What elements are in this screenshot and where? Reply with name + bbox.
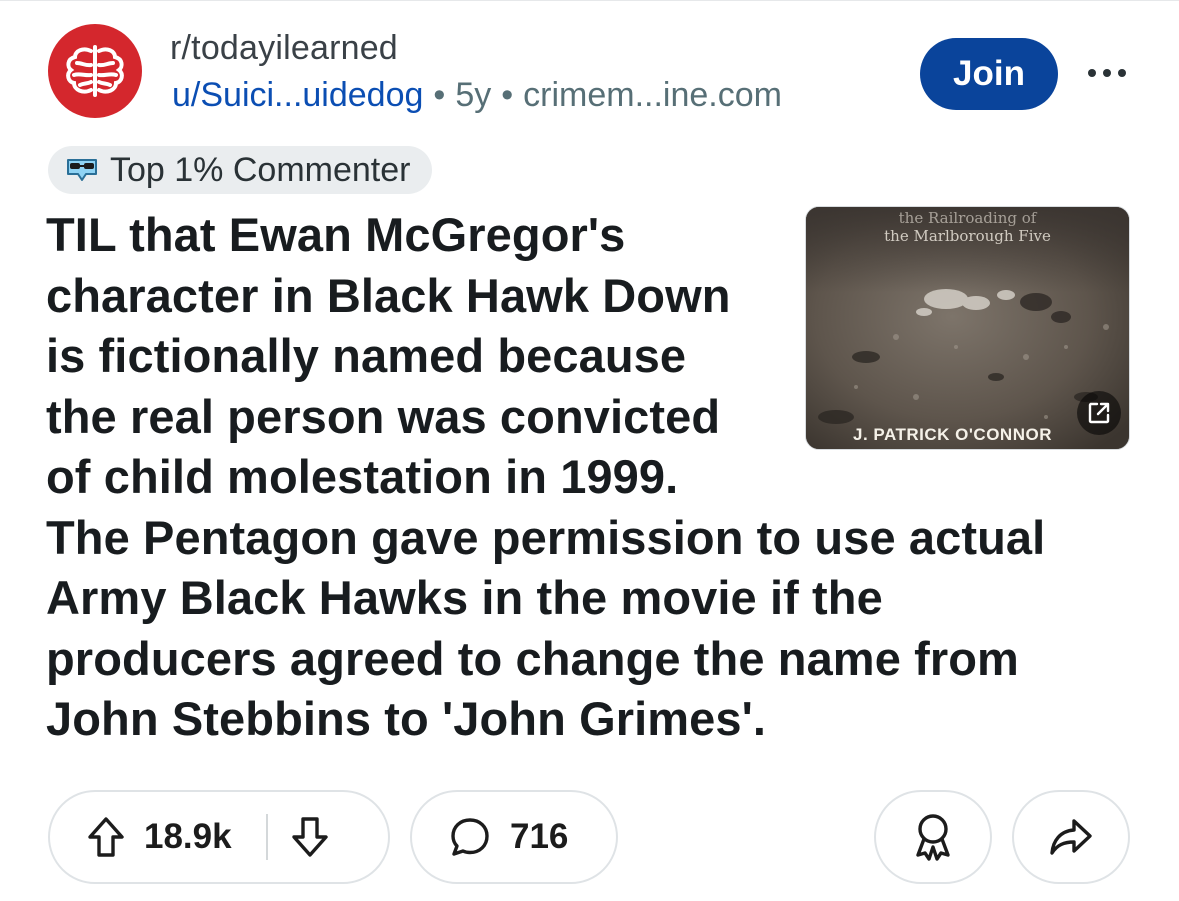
post-meta: u/Suici...uidedog • 5y • crimem...ine.com [172, 76, 782, 115]
external-link-icon [1077, 391, 1121, 435]
award-button[interactable] [874, 790, 992, 884]
title-line: of child molestation in 1999. [46, 450, 679, 503]
flair-label: Top 1% Commenter [110, 150, 411, 189]
source-domain[interactable]: crimem...ine.com [523, 76, 782, 114]
thumbnail-caption-top-partial: the Railroading of [898, 209, 1037, 227]
title-line: The Pentagon gave permission to use actu… [46, 510, 1046, 564]
post-age: 5y [455, 76, 492, 114]
link-thumbnail[interactable]: the Railroading of the Marlborough Five … [805, 206, 1130, 450]
comment-count: 716 [510, 817, 569, 856]
subreddit-name[interactable]: r/todayilearned [170, 29, 398, 68]
more-options-button[interactable] [1082, 53, 1132, 93]
title-line: Army Black Hawks in the movie if the [46, 571, 883, 624]
title-line: John Stebbins to 'John Grimes'. [46, 692, 767, 745]
user-flair: Top 1% Commenter [48, 146, 433, 194]
meta-separator: • [501, 76, 514, 114]
vote-count: 18.9k [144, 817, 232, 856]
comments-button[interactable]: 716 [410, 790, 618, 884]
vote-control: 18.9k [48, 790, 390, 884]
thumbnail-caption-bottom: J. PATRICK O'CONNOR [853, 425, 1052, 444]
share-button[interactable] [1012, 790, 1130, 884]
more-dots-icon [1088, 69, 1126, 77]
brain-icon [66, 45, 124, 97]
title-line: producers agreed to change the name from [46, 631, 1019, 685]
subreddit-avatar[interactable] [48, 24, 142, 118]
award-icon [916, 814, 950, 861]
upvote-arrow-icon [88, 817, 124, 857]
vote-divider [265, 814, 268, 860]
comment-bubble-icon [451, 818, 489, 856]
author-username[interactable]: u/Suici...uidedog [172, 76, 423, 114]
meta-separator: • [433, 76, 446, 114]
thumbnail-caption-top-main: the Marlborough Five [884, 227, 1051, 245]
reddit-post-card: r/todayilearned u/Suici...uidedog • 5y • cri… [0, 0, 1179, 901]
share-arrow-icon [1050, 819, 1092, 855]
downvote-button[interactable] [290, 815, 330, 859]
thumbnail-caption-top: the Railroading of the Marlborough Five [806, 209, 1129, 245]
sunglasses-emoji-icon [67, 159, 97, 181]
upvote-button[interactable] [86, 815, 126, 859]
join-button[interactable]: Join [920, 38, 1058, 110]
downvote-arrow-icon [291, 817, 328, 857]
